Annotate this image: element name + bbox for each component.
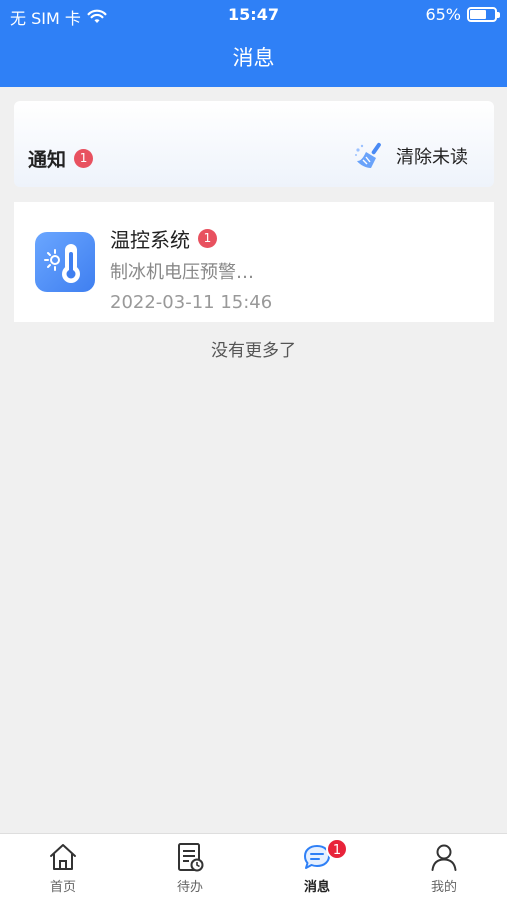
status-right: 65%: [425, 5, 500, 24]
notice-unread-badge: 1: [74, 149, 94, 168]
user-icon: [431, 844, 457, 871]
message-title-row: 温控系统 1: [110, 224, 217, 253]
message-title: 温控系统: [110, 228, 190, 252]
battery-fill: [470, 10, 486, 19]
battery-percent: 65%: [425, 5, 461, 24]
tab-home-label: 首页: [49, 880, 76, 895]
status-bar: 无 SIM 卡 15:47 65%: [0, 0, 507, 30]
message-preview: 制冰机电压预警…: [110, 262, 254, 283]
tab-todo[interactable]: 待办: [127, 834, 253, 900]
message-time: 2022-03-11 15:46: [110, 292, 273, 313]
tab-home[interactable]: 首页: [0, 834, 126, 900]
tab-messages-badge: 1: [326, 838, 348, 860]
page-title: 消息: [232, 46, 275, 70]
notice-title: 通知: [28, 149, 67, 171]
notice-section: 通知 1 清除未读: [14, 101, 494, 187]
broom-icon: [355, 142, 381, 168]
thermometer-icon: [35, 232, 95, 292]
tab-messages-label: 消息: [303, 880, 330, 895]
tab-mine[interactable]: 我的: [381, 834, 507, 900]
home-icon: [50, 844, 76, 870]
notice-header: 通知 1: [28, 145, 94, 172]
app-header: 无 SIM 卡 15:47 65% 消息: [0, 0, 507, 87]
tab-mine-label: 我的: [430, 880, 457, 895]
clear-unread-button[interactable]: 清除未读: [354, 141, 468, 171]
battery-icon: [467, 7, 500, 22]
tab-bar: 首页 待办 1 消息 我的: [0, 833, 507, 900]
tab-todo-label: 待办: [176, 880, 203, 895]
message-unread-badge: 1: [198, 229, 217, 248]
message-list-item[interactable]: 温控系统 1 制冰机电压预警… 2022-03-11 15:46: [14, 202, 494, 322]
clear-unread-label: 清除未读: [396, 147, 468, 168]
todo-list-icon: [178, 843, 204, 872]
tab-messages[interactable]: 1 消息: [254, 834, 380, 900]
no-more-text: 没有更多了: [211, 341, 296, 361]
